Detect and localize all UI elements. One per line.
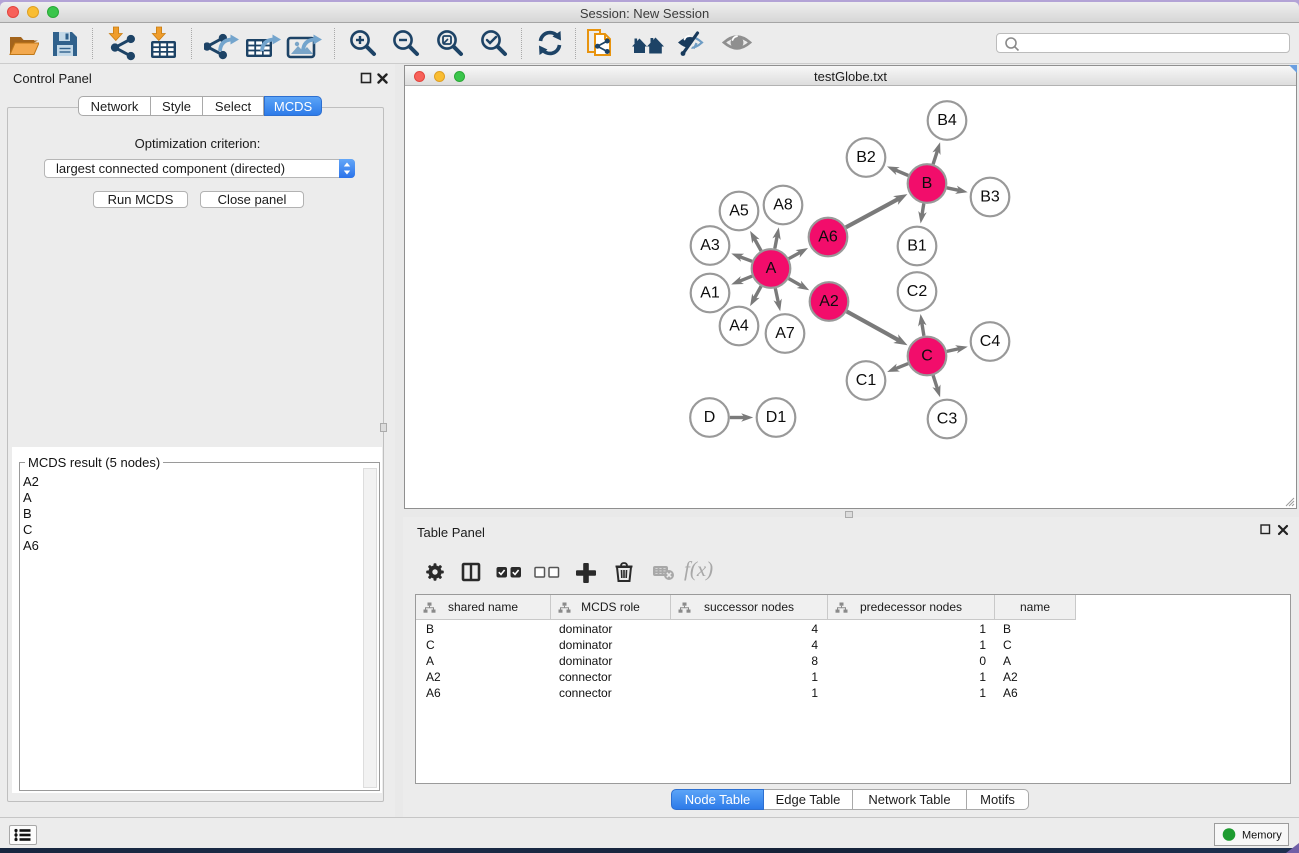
svg-text:B: B: [922, 175, 933, 192]
svg-text:A2: A2: [819, 293, 839, 310]
svg-text:A5: A5: [729, 203, 749, 220]
svg-text:B4: B4: [937, 112, 957, 129]
svg-text:A6: A6: [818, 229, 838, 246]
svg-text:A: A: [766, 260, 777, 277]
svg-text:C3: C3: [937, 411, 958, 428]
svg-text:B1: B1: [907, 238, 927, 255]
svg-text:A7: A7: [775, 325, 795, 342]
svg-text:A8: A8: [773, 197, 793, 214]
svg-text:C4: C4: [980, 333, 1001, 350]
svg-text:A3: A3: [700, 237, 720, 254]
svg-text:D1: D1: [766, 409, 787, 426]
svg-text:D: D: [704, 409, 716, 426]
svg-text:A4: A4: [729, 318, 749, 335]
svg-text:Memory: Memory: [1242, 830, 1282, 842]
svg-text:B3: B3: [980, 189, 1000, 206]
svg-text:C2: C2: [907, 283, 928, 300]
svg-text:A1: A1: [700, 285, 720, 302]
svg-text:C: C: [921, 348, 933, 365]
svg-text:C1: C1: [856, 372, 877, 389]
svg-text:B2: B2: [856, 149, 876, 166]
